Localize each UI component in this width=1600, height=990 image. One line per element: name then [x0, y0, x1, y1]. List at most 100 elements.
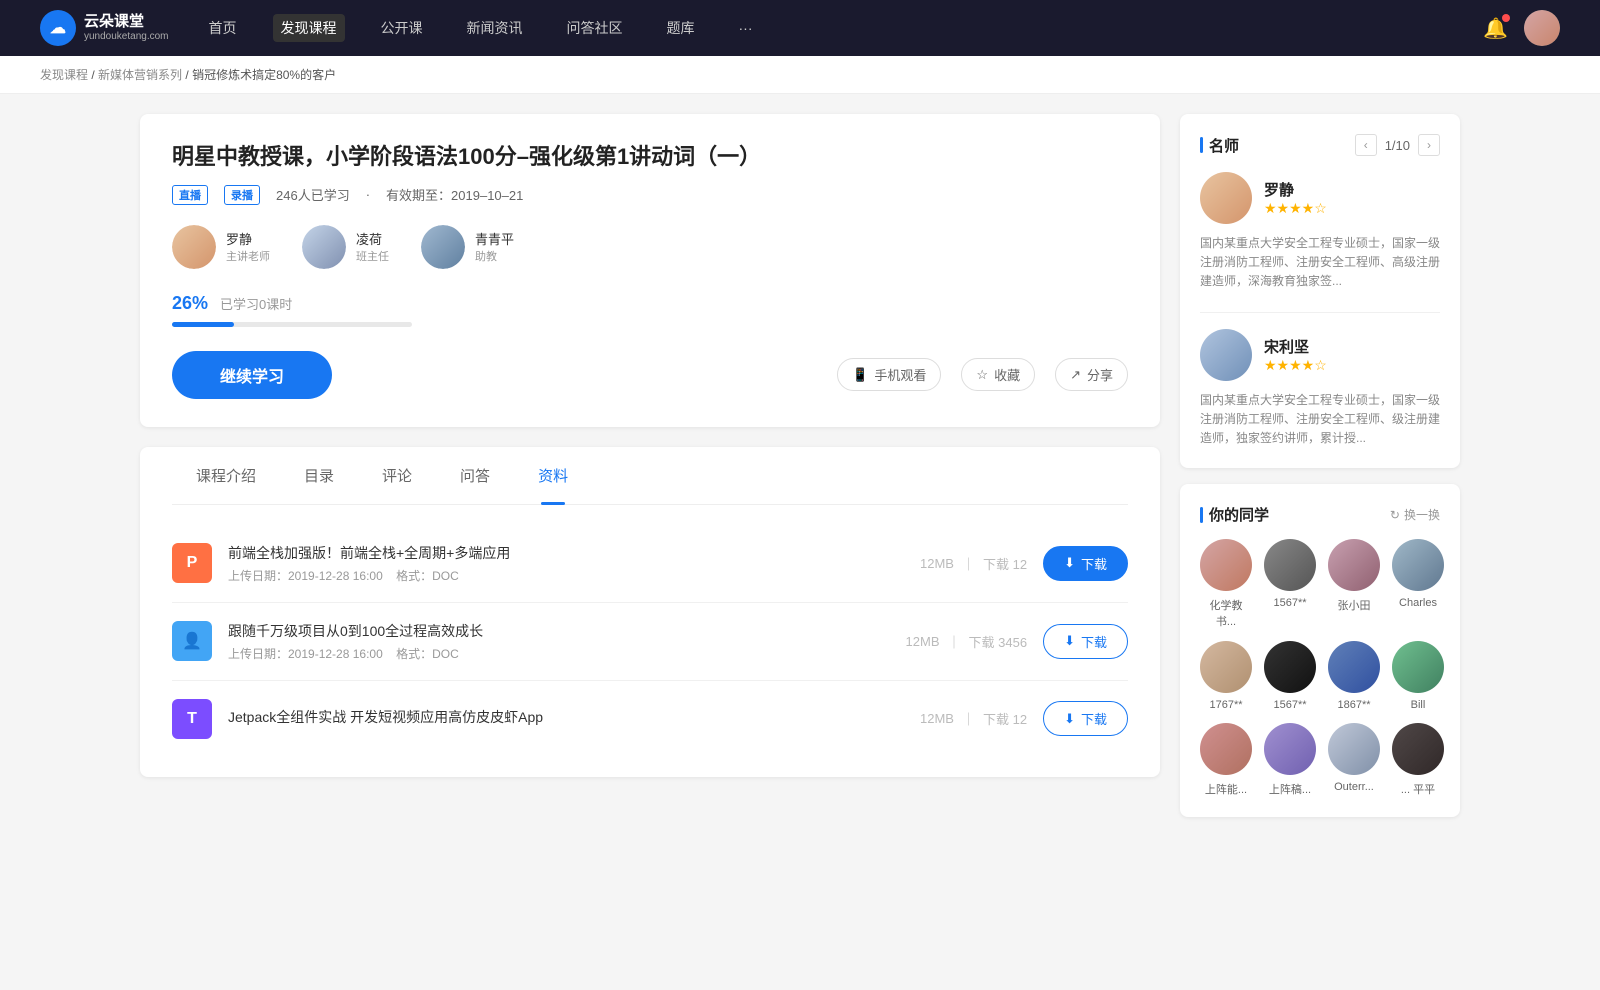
classmate-4[interactable]: Charles: [1392, 539, 1444, 629]
nav-items: 首页 发现课程 公开课 新闻资讯 问答社区 题库 ···: [201, 14, 761, 42]
tab-catalog[interactable]: 目录: [280, 447, 358, 504]
user-avatar[interactable]: [1524, 10, 1560, 46]
tab-review[interactable]: 评论: [358, 447, 436, 504]
nav-item-quiz[interactable]: 题库: [659, 14, 703, 42]
sidebar-teacher-2-top: 宋利坚 ★★★★☆: [1200, 329, 1440, 381]
share-link[interactable]: ↗ 分享: [1055, 358, 1128, 391]
resource-item-1: P 前端全栈加强版！前端全栈+全周期+多端应用 上传日期：2019-12-28 …: [172, 525, 1128, 603]
course-card: 明星中教授课，小学阶段语法100分–强化级第1讲动词（一） 直播 录播 246人…: [140, 114, 1160, 427]
resource-meta-2: 上传日期：2019-12-28 16:00 格式：DOC: [228, 645, 890, 662]
sidebar-teacher-2-desc: 国内某重点大学安全工程专业硕士，国家一级注册消防工程师、注册安全工程师、级注册建…: [1200, 391, 1440, 449]
navbar: ☁ 云朵课堂 yundouketang.com 首页 发现课程 公开课 新闻资讯…: [0, 0, 1600, 56]
continue-button[interactable]: 继续学习: [172, 351, 332, 399]
content-left: 明星中教授课，小学阶段语法100分–强化级第1讲动词（一） 直播 录播 246人…: [140, 114, 1160, 817]
nav-item-more[interactable]: ···: [731, 16, 761, 40]
content-right: 名师 ‹ 1/10 › 罗静 ★★★★☆ 国内某重点大学安全工程专业硕士，国家一…: [1180, 114, 1460, 817]
classmate-5[interactable]: 1767**: [1200, 641, 1252, 711]
classmate-1[interactable]: 化学教书...: [1200, 539, 1252, 629]
classmate-12[interactable]: ... 平平: [1392, 723, 1444, 797]
progress-section: 26% 已学习0课时: [172, 293, 1128, 327]
classmate-name-6: 1567**: [1273, 699, 1306, 711]
classmate-avatar-11: [1328, 723, 1380, 775]
collect-link[interactable]: ☆ 收藏: [961, 358, 1035, 391]
resource-stats-3: 12MB ｜ 下载 12: [920, 709, 1027, 728]
classmate-2[interactable]: 1567**: [1264, 539, 1316, 629]
student-count: 246人已学习: [276, 185, 350, 204]
tab-intro[interactable]: 课程介绍: [172, 447, 280, 504]
sidebar-teacher-1-info: 罗静 ★★★★☆: [1264, 179, 1327, 217]
mobile-watch-link[interactable]: 📱 手机观看: [837, 358, 941, 391]
download-icon-3: ⬇: [1064, 711, 1075, 727]
course-actions: 继续学习 📱 手机观看 ☆ 收藏 ↗ 分享: [172, 351, 1128, 399]
sidebar-teacher-1-name: 罗静: [1264, 179, 1327, 200]
tab-resources[interactable]: 资料: [514, 447, 592, 504]
classmates-grid: 化学教书... 1567** 张小田 Charles 1767**: [1200, 539, 1440, 797]
refresh-icon: ↻: [1390, 508, 1400, 522]
nav-right: 🔔: [1483, 10, 1560, 46]
download-button-2[interactable]: ⬇ 下载: [1043, 624, 1128, 659]
classmate-8[interactable]: Bill: [1392, 641, 1444, 711]
breadcrumb: 发现课程 / 新媒体营销系列 / 销冠修炼术搞定80%的客户: [0, 56, 1600, 94]
nav-item-home[interactable]: 首页: [201, 14, 245, 42]
classmate-name-4: Charles: [1399, 597, 1437, 609]
resource-icon-3: T: [172, 699, 212, 739]
next-page-button[interactable]: ›: [1418, 134, 1440, 156]
classmate-6[interactable]: 1567**: [1264, 641, 1316, 711]
classmate-9[interactable]: 上阵能...: [1200, 723, 1252, 797]
classmate-avatar-12: [1392, 723, 1444, 775]
sidebar-teacher-2-info: 宋利坚 ★★★★☆: [1264, 336, 1327, 374]
resource-info-3: Jetpack全组件实战 开发短视频应用高仿皮皮虾App: [228, 707, 904, 731]
teacher-info-1: 罗静 主讲老师: [226, 229, 270, 264]
tabs-body: P 前端全栈加强版！前端全栈+全周期+多端应用 上传日期：2019-12-28 …: [172, 505, 1128, 777]
classmate-7[interactable]: 1867**: [1328, 641, 1380, 711]
classmate-name-7: 1867**: [1337, 699, 1370, 711]
pagination: ‹ 1/10 ›: [1355, 134, 1440, 156]
sidebar-teacher-2-name: 宋利坚: [1264, 336, 1327, 357]
refresh-button[interactable]: ↻ 换一换: [1390, 506, 1440, 523]
classmate-11[interactable]: Outerr...: [1328, 723, 1380, 797]
download-button-3[interactable]: ⬇ 下载: [1043, 701, 1128, 736]
nav-item-news[interactable]: 新闻资讯: [459, 14, 531, 42]
classmate-name-8: Bill: [1411, 699, 1426, 711]
resource-meta-1: 上传日期：2019-12-28 16:00 格式：DOC: [228, 567, 904, 584]
badge-live: 直播: [172, 185, 208, 205]
tab-qa[interactable]: 问答: [436, 447, 514, 504]
nav-left: ☁ 云朵课堂 yundouketang.com 首页 发现课程 公开课 新闻资讯…: [40, 10, 761, 46]
logo-text: 云朵课堂 yundouketang.com: [84, 13, 169, 43]
teacher-2: 凌荷 班主任: [302, 225, 389, 269]
progress-percent: 26%: [172, 293, 208, 314]
action-links: 📱 手机观看 ☆ 收藏 ↗ 分享: [837, 358, 1128, 391]
classmate-name-1: 化学教书...: [1200, 597, 1252, 629]
sidebar-teacher-1-top: 罗静 ★★★★☆: [1200, 172, 1440, 224]
classmate-avatar-6: [1264, 641, 1316, 693]
prev-page-button[interactable]: ‹: [1355, 134, 1377, 156]
classmate-10[interactable]: 上阵稿...: [1264, 723, 1316, 797]
teacher-avatar-1: [172, 225, 216, 269]
sidebar-teacher-1-avatar: [1200, 172, 1252, 224]
teachers-card-header: 名师 ‹ 1/10 ›: [1200, 134, 1440, 156]
sidebar-teacher-2: 宋利坚 ★★★★☆ 国内某重点大学安全工程专业硕士，国家一级注册消防工程师、注册…: [1200, 329, 1440, 449]
classmate-avatar-9: [1200, 723, 1252, 775]
resource-name-2: 跟随千万级项目从0到100全过程高效成长: [228, 621, 890, 641]
logo[interactable]: ☁ 云朵课堂 yundouketang.com: [40, 10, 169, 46]
page-indicator: 1/10: [1385, 138, 1410, 153]
download-button-1[interactable]: ⬇ 下载: [1043, 546, 1128, 581]
nav-item-qa[interactable]: 问答社区: [559, 14, 631, 42]
teachers-card: 名师 ‹ 1/10 › 罗静 ★★★★☆ 国内某重点大学安全工程专业硕士，国家一…: [1180, 114, 1460, 468]
nav-item-open[interactable]: 公开课: [373, 14, 431, 42]
classmates-title: 你的同学: [1200, 504, 1269, 525]
bell-icon[interactable]: 🔔: [1483, 16, 1508, 41]
nav-item-discover[interactable]: 发现课程: [273, 14, 345, 42]
tabs-header: 课程介绍 目录 评论 问答 资料: [172, 447, 1128, 505]
share-icon: ↗: [1070, 367, 1081, 383]
teachers: 罗静 主讲老师 凌荷 班主任: [172, 225, 1128, 269]
breadcrumb-link-discover[interactable]: 发现课程: [40, 68, 88, 82]
classmate-name-10: 上阵稿...: [1269, 781, 1311, 797]
breadcrumb-link-series[interactable]: 新媒体营销系列: [98, 68, 182, 82]
classmate-name-5: 1767**: [1209, 699, 1242, 711]
notification-dot: [1502, 14, 1510, 22]
classmate-name-12: ... 平平: [1401, 781, 1435, 797]
classmate-3[interactable]: 张小田: [1328, 539, 1380, 629]
valid-until: 有效期至：2019–10–21: [386, 185, 523, 204]
main-container: 明星中教授课，小学阶段语法100分–强化级第1讲动词（一） 直播 录播 246人…: [100, 94, 1500, 837]
